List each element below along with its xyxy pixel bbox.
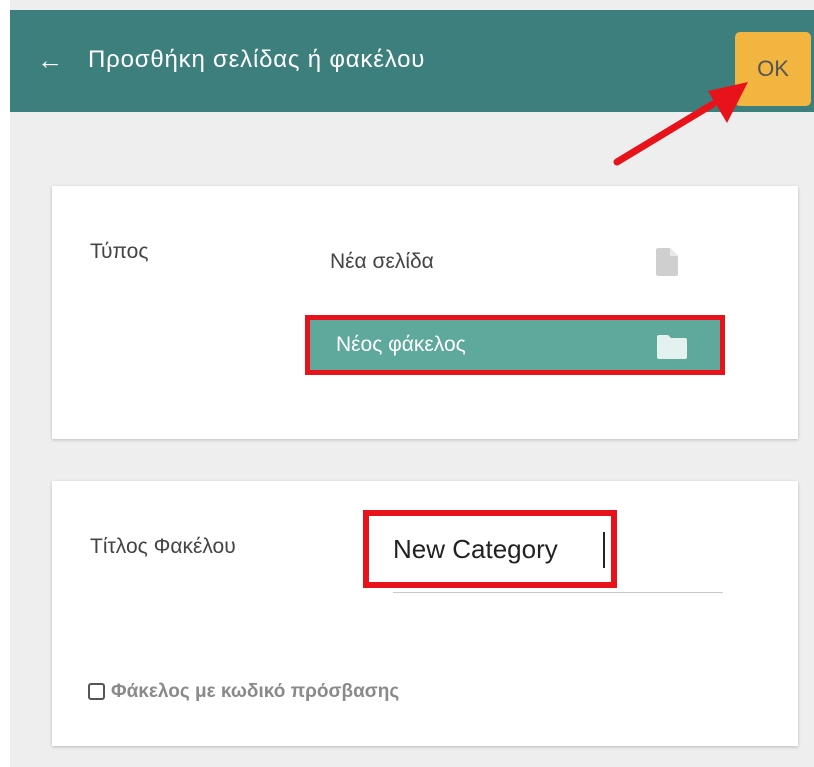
page-title: Προσθήκη σελίδας ή φακέλου <box>88 46 426 73</box>
ok-button[interactable]: OK <box>735 32 811 106</box>
type-card: Τύπος Νέα σελίδα Νέος φάκελος <box>52 186 798 439</box>
new-page-option[interactable]: Νέα σελίδα <box>310 234 720 290</box>
password-label: Φάκελος με κωδικό πρόσβασης <box>111 681 400 702</box>
app-window: ← Προσθήκη σελίδας ή φακέλου OK Τύπος Νέ… <box>10 0 814 767</box>
type-label: Τύπος <box>90 240 149 263</box>
password-checkbox[interactable] <box>88 683 105 700</box>
folder-title-label: Τίτλος Φακέλου <box>90 535 236 558</box>
title-card: Τίτλος Φακέλου Φάκελος με κωδικό πρόσβασ… <box>52 481 798 746</box>
folder-icon <box>657 335 687 364</box>
text-caret <box>603 532 605 568</box>
arrow-left-icon: ← <box>37 45 63 75</box>
new-folder-label: Νέος φάκελος <box>336 333 466 356</box>
page-icon <box>656 248 678 281</box>
input-underline <box>393 592 723 593</box>
header-bar: ← Προσθήκη σελίδας ή φακέλου OK <box>10 10 814 112</box>
new-folder-option-fill: Νέος φάκελος <box>313 323 717 367</box>
new-folder-option[interactable]: Νέος φάκελος <box>305 315 725 375</box>
new-page-label: Νέα σελίδα <box>330 250 434 273</box>
folder-title-input[interactable] <box>393 527 613 571</box>
back-button[interactable]: ← <box>28 38 72 82</box>
